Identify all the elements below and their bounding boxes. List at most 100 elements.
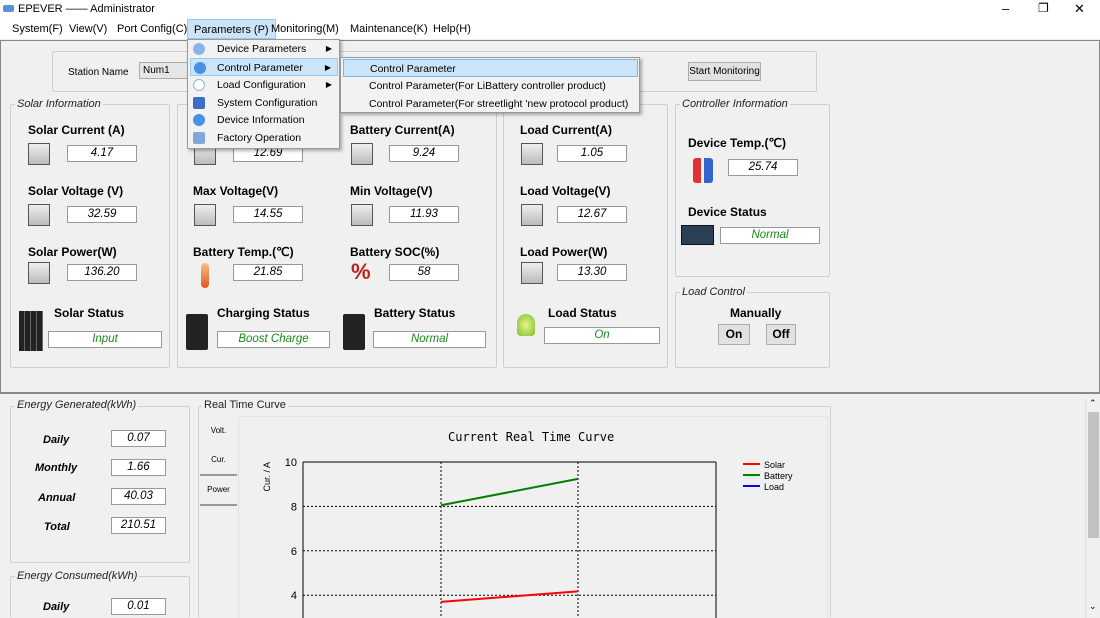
- load-power-label: Load Power(W): [520, 245, 608, 259]
- menu-item-load-configuration[interactable]: Load Configuration ▶: [190, 76, 338, 94]
- submenu-item-control-parameter[interactable]: Control Parameter: [343, 59, 638, 77]
- menu-system[interactable]: System(F): [12, 23, 63, 35]
- menu-item-device-information[interactable]: Device Information: [190, 111, 338, 129]
- menu-help[interactable]: Help(H): [433, 23, 471, 35]
- real-time-curve-title: Real Time Curve: [202, 399, 288, 411]
- menu-item-device-parameters[interactable]: Device Parameters ▶: [190, 40, 338, 58]
- tab-cur[interactable]: Cur.: [200, 446, 237, 476]
- submenu-arrow-icon: ▶: [325, 80, 332, 89]
- charging-status-label: Charging Status: [217, 306, 310, 320]
- system-icon: [193, 97, 205, 109]
- menu-item-system-configuration[interactable]: System Configuration: [190, 94, 338, 112]
- load-current-field: 1.05: [557, 145, 627, 162]
- battery-temp-label: Battery Temp.(℃): [193, 245, 294, 259]
- load-on-button[interactable]: On: [718, 324, 750, 345]
- y-tick-label: 6: [291, 546, 297, 558]
- gauge-icon: [351, 204, 373, 226]
- menu-item-control-parameter[interactable]: Control Parameter ▶: [190, 58, 338, 76]
- submenu-arrow-icon: ▶: [325, 44, 332, 53]
- consumed-daily-label: Daily: [43, 601, 70, 613]
- solar-status-field: Input: [48, 331, 162, 348]
- battery-soc-label: Battery SOC(%): [350, 245, 440, 259]
- chart-plot: 4 6 8 10 SolarBatteryLoad: [285, 457, 793, 618]
- lock-icon: [193, 132, 205, 144]
- menu-item-factory-operation[interactable]: Factory Operation: [190, 129, 338, 147]
- thermometer-icon: [693, 158, 713, 183]
- energy-total-field: 210.51: [111, 517, 166, 534]
- submenu-item-streetlight[interactable]: Control Parameter(For streetlight 'new p…: [343, 95, 638, 113]
- gauge-icon: [28, 143, 50, 165]
- energy-monthly-field: 1.66: [111, 459, 166, 476]
- battery-icon: [186, 314, 208, 350]
- battery-soc-field: 58: [389, 264, 459, 281]
- legend-label: Solar: [764, 460, 785, 470]
- menu-port-config[interactable]: Port Config(C): [117, 23, 187, 35]
- submenu-item-libattery[interactable]: Control Parameter(For LiBattery controll…: [343, 77, 638, 95]
- battery-current-field: 9.24: [389, 145, 459, 162]
- station-name-label: Station Name: [68, 67, 129, 78]
- series-line-battery: [440, 477, 579, 507]
- start-monitoring-button[interactable]: Start Monitoring: [688, 62, 761, 81]
- solar-status-label: Solar Status: [54, 306, 125, 320]
- solar-current-field: 4.17: [67, 145, 137, 162]
- title-bar: EPEVER —— Administrator – ❐ ✕: [0, 0, 1100, 19]
- menu-view[interactable]: View(V): [69, 23, 107, 35]
- max-voltage-label: Max Voltage(V): [193, 184, 279, 198]
- gauge-icon: [28, 262, 50, 284]
- solar-current-label: Solar Current (A): [28, 123, 125, 137]
- controller-information-title: Controller Information: [680, 98, 790, 110]
- series-line-solar: [440, 590, 579, 603]
- min-voltage-label: Min Voltage(V): [350, 184, 433, 198]
- minimize-button[interactable]: –: [1002, 1, 1009, 16]
- controller-information-group: [675, 104, 830, 277]
- y-tick-label: 10: [285, 457, 297, 469]
- tab-power[interactable]: Power: [200, 476, 237, 506]
- load-control-mode: Manually: [730, 306, 782, 320]
- solar-power-label: Solar Power(W): [28, 245, 117, 259]
- energy-monthly-label: Monthly: [35, 462, 78, 474]
- battery-current-label: Battery Current(A): [350, 123, 455, 137]
- load-control-title: Load Control: [680, 286, 747, 298]
- station-name-input[interactable]: Num1: [139, 62, 191, 79]
- scrollbar-thumb[interactable]: [1088, 412, 1099, 538]
- thermometer-icon: [201, 263, 209, 288]
- menu-parameters[interactable]: Parameters (P): [187, 19, 276, 39]
- battery-temp-field: 21.85: [233, 264, 303, 281]
- device-status-field: Normal: [720, 227, 820, 244]
- device-temp-field: 25.74: [728, 159, 798, 176]
- max-voltage-field: 14.55: [233, 206, 303, 223]
- gauge-icon: [351, 143, 373, 165]
- controller-device-icon: [681, 225, 714, 245]
- vertical-scrollbar[interactable]: ⌃ ⌄: [1085, 398, 1100, 618]
- device-temp-label: Device Temp.(℃): [688, 136, 786, 150]
- menu-maintenance[interactable]: Maintenance(K): [350, 23, 428, 35]
- load-control-group: [675, 292, 830, 368]
- tab-volt[interactable]: Volt.: [200, 418, 237, 446]
- control-parameter-submenu: Control Parameter Control Parameter(For …: [340, 57, 640, 113]
- load-current-label: Load Current(A): [520, 123, 612, 137]
- y-tick-label: 4: [291, 590, 297, 602]
- gear-icon: [193, 43, 205, 55]
- min-voltage-field: 11.93: [389, 206, 459, 223]
- scroll-up-icon[interactable]: ⌃: [1089, 398, 1097, 409]
- restore-button[interactable]: ❐: [1038, 1, 1049, 15]
- scroll-down-icon[interactable]: ⌄: [1089, 601, 1097, 612]
- load-off-button[interactable]: Off: [766, 324, 796, 345]
- menu-monitoring[interactable]: Monitoring(M): [271, 23, 339, 35]
- close-button[interactable]: ✕: [1074, 1, 1085, 17]
- battery-status-label: Battery Status: [374, 306, 456, 320]
- energy-daily-field: 0.07: [111, 430, 166, 447]
- submenu-arrow-icon: ▶: [324, 63, 331, 72]
- percent-icon: %: [351, 259, 371, 284]
- gauge-icon: [521, 143, 543, 165]
- energy-consumed-title: Energy Consumed(kWh): [15, 570, 140, 582]
- gauge-icon: [521, 204, 543, 226]
- battery-icon: [343, 314, 365, 350]
- parameters-dropdown: Device Parameters ▶ Control Parameter ▶ Lo…: [187, 39, 340, 149]
- legend-label: Battery: [764, 471, 793, 481]
- load-voltage-label: Load Voltage(V): [520, 184, 611, 198]
- plug-icon: [193, 79, 205, 91]
- load-power-field: 13.30: [557, 264, 627, 281]
- gauge-icon: [521, 262, 543, 284]
- solar-information-title: Solar Information: [15, 98, 103, 110]
